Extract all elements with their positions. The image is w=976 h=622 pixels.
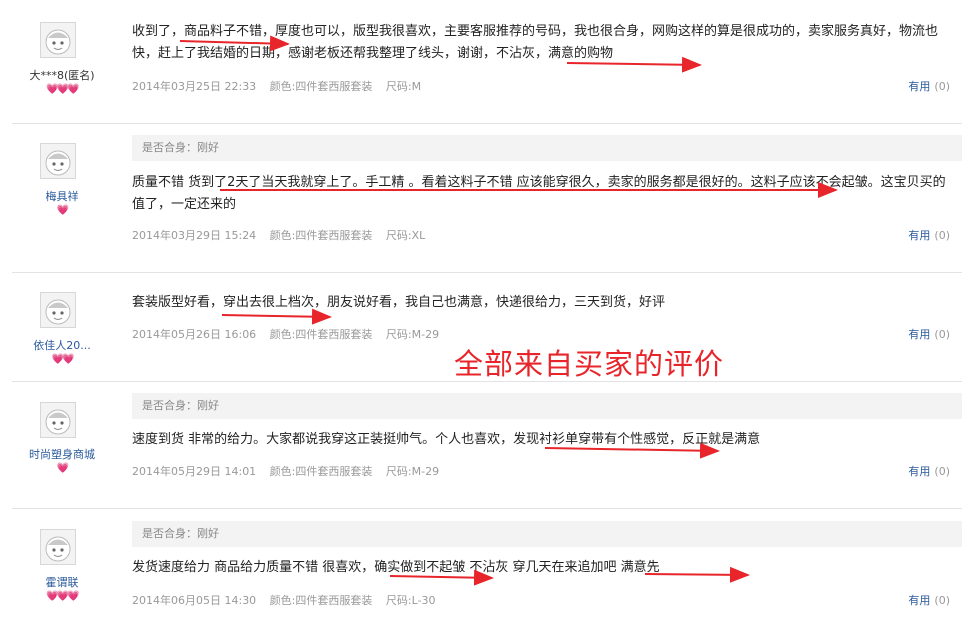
review-date: 2014年03月29日 15:24 <box>132 229 257 242</box>
useful-count: (0) <box>934 229 950 242</box>
review-text: 质量不错 货到了2天了当天我就穿上了。手工精 。看着这料子不错 应该能穿很久，卖… <box>132 175 946 212</box>
review-text: 速度到货 非常的给力。大家都说我穿这正装挺帅气。个人也喜欢，发现衬衫单穿带有个性… <box>132 432 761 447</box>
heart-icon: 💗💗 <box>51 354 75 365</box>
default-avatar-icon[interactable] <box>40 529 76 565</box>
reviewer-name: 大***8(匿名) <box>29 69 95 82</box>
useful-count: (0) <box>934 80 950 93</box>
review-size: 尺码:M <box>385 80 422 93</box>
review-date: 2014年03月25日 22:33 <box>132 80 257 93</box>
review-item: 大***8(匿名) 💗💗💗 收到了，商品料子不错，厚度也可以，版型我很喜欢，主要… <box>12 0 962 123</box>
useful-label[interactable]: 有用 <box>908 328 930 341</box>
review-color: 颜色:四件套西服套装 <box>269 229 373 242</box>
fit-info: 是否合身：刚好 <box>132 393 962 419</box>
reviewer-name[interactable]: 依佳人20... <box>12 337 112 353</box>
review-text: 发货速度给力 商品给力质量不错 很喜欢，确实做到不起皱 不沾灰 穿几天在来追加吧… <box>132 560 660 575</box>
review-text: 套装版型好看，穿出去很上档次，朋友说好看，我自己也满意，快递很给力，三天到货，好… <box>132 295 666 310</box>
reviewer-name[interactable]: 时尚塑身商城 <box>12 446 112 462</box>
review-size: 尺码:L-30 <box>385 594 436 607</box>
review-color: 颜色:四件套西服套装 <box>269 328 373 341</box>
review-meta: 2014年05月29日 14:01 颜色:四件套西服套装 尺码:M-29 <box>132 463 449 479</box>
useful-button[interactable]: 有用 (0) <box>908 592 950 608</box>
reviewer-name[interactable]: 霍谓联 <box>12 574 112 590</box>
review-size: 尺码:XL <box>385 229 426 242</box>
annotation-text: 全部来自买家的评价 <box>454 347 725 381</box>
review-meta: 2014年05月26日 16:06 颜色:四件套西服套装 尺码:M-29 <box>132 326 449 342</box>
useful-count: (0) <box>934 328 950 341</box>
review-meta: 2014年03月29日 15:24 颜色:四件套西服套装 尺码:XL <box>132 227 435 243</box>
review-meta: 2014年03月25日 22:33 颜色:四件套西服套装 尺码:M <box>132 78 431 94</box>
review-color: 颜色:四件套西服套装 <box>269 80 373 93</box>
default-avatar-icon[interactable] <box>40 143 76 179</box>
review-item: 梅具祥 💗 是否合身：刚好 质量不错 货到了2天了当天我就穿上了。手工精 。看着… <box>12 123 962 272</box>
useful-label[interactable]: 有用 <box>908 229 930 242</box>
fit-info: 是否合身：刚好 <box>132 521 962 547</box>
reviewer-name[interactable]: 梅具祥 <box>12 188 112 204</box>
useful-button[interactable]: 有用 (0) <box>908 78 950 94</box>
default-avatar-icon[interactable] <box>40 292 76 328</box>
useful-count: (0) <box>934 594 950 607</box>
review-text: 收到了，商品料子不错，厚度也可以，版型我很喜欢，主要客服推荐的号码，我也很合身，… <box>132 24 939 61</box>
review-item: 时尚塑身商城 💗 是否合身：刚好 速度到货 非常的给力。大家都说我穿这正装挺帅气… <box>12 381 962 508</box>
review-date: 2014年06月05日 14:30 <box>132 594 257 607</box>
useful-label[interactable]: 有用 <box>908 465 930 478</box>
useful-button[interactable]: 有用 (0) <box>908 227 950 243</box>
review-color: 颜色:四件套西服套装 <box>269 465 373 478</box>
review-item: 霍谓联 💗💗💗 是否合身：刚好 发货速度给力 商品给力质量不错 很喜欢，确实做到… <box>12 508 962 622</box>
useful-count: (0) <box>934 465 950 478</box>
useful-button[interactable]: 有用 (0) <box>908 463 950 479</box>
review-date: 2014年05月26日 16:06 <box>132 328 257 341</box>
review-size: 尺码:M-29 <box>385 328 440 341</box>
useful-label[interactable]: 有用 <box>908 594 930 607</box>
default-avatar-icon[interactable] <box>40 22 76 58</box>
heart-icon: 💗 <box>56 205 69 216</box>
heart-icon: 💗💗💗 <box>46 591 79 602</box>
heart-icon: 💗 <box>56 463 69 474</box>
useful-label[interactable]: 有用 <box>908 80 930 93</box>
heart-icon: 💗💗💗 <box>46 84 79 95</box>
review-meta: 2014年06月05日 14:30 颜色:四件套西服套装 尺码:L-30 <box>132 592 446 608</box>
review-size: 尺码:M-29 <box>385 465 440 478</box>
useful-button[interactable]: 有用 (0) <box>908 326 950 342</box>
default-avatar-icon[interactable] <box>40 402 76 438</box>
review-date: 2014年05月29日 14:01 <box>132 465 257 478</box>
fit-info: 是否合身：刚好 <box>132 135 962 161</box>
review-color: 颜色:四件套西服套装 <box>269 594 373 607</box>
